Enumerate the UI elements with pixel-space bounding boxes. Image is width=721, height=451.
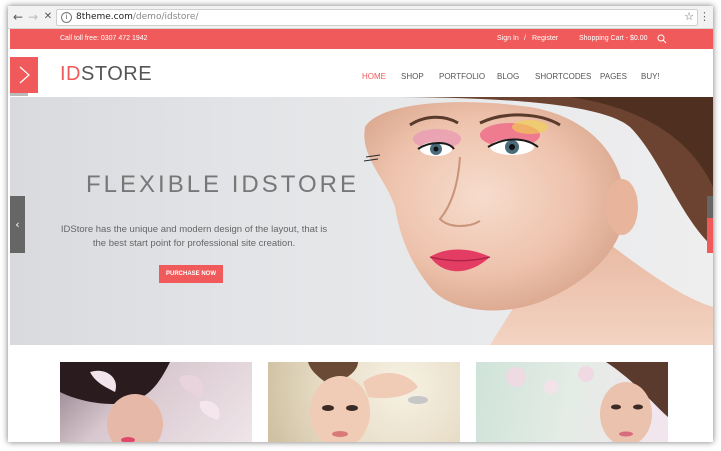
back-icon[interactable]: ← — [11, 10, 25, 24]
stop-icon[interactable]: ✕ — [41, 10, 55, 24]
info-icon[interactable]: i — [61, 12, 72, 23]
hero-description: IDStore has the unique and modern design… — [60, 224, 328, 249]
phone-text: Call toll free: 0307 472 1942 — [60, 35, 148, 42]
slider-prev-button[interactable]: ‹ — [10, 196, 25, 253]
bookmark-star-icon[interactable]: ☆ — [684, 10, 694, 23]
screenshot-frame: ← → ✕ i 8theme.com/demo/idstore/ ☆ ⋮ Cal… — [0, 0, 721, 451]
site-logo[interactable]: IDSTORE — [60, 63, 152, 86]
hero-slider: FLEXIBLE IDSTORE IDStore has the unique … — [10, 97, 713, 345]
forward-icon[interactable]: → — [26, 10, 40, 24]
address-bar[interactable]: i 8theme.com/demo/idstore/ ☆ — [56, 9, 698, 26]
slider-next-button-top — [707, 196, 713, 218]
search-icon[interactable] — [657, 34, 667, 44]
hero-title: FLEXIBLE IDSTORE — [86, 171, 359, 198]
hero-model-image — [363, 97, 713, 345]
nav-item-home[interactable]: HOME — [362, 72, 386, 81]
nav-item-shortcodes[interactable]: SHORTCODES — [535, 72, 591, 81]
thumbnail-3-image — [506, 362, 668, 442]
nav-item-shop[interactable]: SHOP — [401, 72, 424, 81]
url-host: 8theme.com — [76, 12, 133, 22]
thumbnail-2[interactable] — [268, 362, 460, 442]
chevron-left-icon: ‹ — [15, 218, 20, 231]
logo-rest: STORE — [81, 63, 153, 85]
auth-separator: / — [524, 35, 526, 42]
url-path: /demo/idstore/ — [132, 12, 199, 22]
nav-item-blog[interactable]: BLOG — [497, 72, 519, 81]
thumbnail-1-image — [60, 362, 220, 442]
thumbnail-3[interactable] — [476, 362, 668, 442]
site-header: IDSTORE HOME SHOP PORTFOLIO BLOG SHORTCO… — [10, 49, 713, 97]
purchase-now-button[interactable]: PURCHASE NOW — [159, 265, 223, 283]
menu-toggle-button[interactable] — [10, 57, 38, 93]
thumbnail-2-image — [308, 362, 428, 442]
browser-toolbar: ← → ✕ i 8theme.com/demo/idstore/ ☆ ⋮ — [8, 6, 713, 29]
url-text[interactable]: 8theme.com/demo/idstore/ — [76, 12, 199, 22]
register-link[interactable]: Register — [532, 35, 558, 42]
thumbnail-1[interactable] — [60, 362, 252, 442]
chevron-right-icon — [19, 66, 30, 84]
nav-item-portfolio[interactable]: PORTFOLIO — [439, 72, 485, 81]
nav-item-pages[interactable]: PAGES — [600, 72, 627, 81]
sign-in-link[interactable]: Sign In — [497, 35, 519, 42]
logo-accent: ID — [60, 63, 81, 85]
thumbnail-row — [10, 345, 713, 442]
browser-window: ← → ✕ i 8theme.com/demo/idstore/ ☆ ⋮ Cal… — [8, 6, 713, 442]
browser-menu-icon[interactable]: ⋮ — [699, 10, 710, 23]
menu-toggle-shadow — [10, 93, 28, 96]
top-bar: Call toll free: 0307 472 1942 Sign In / … — [10, 29, 713, 49]
nav-item-buy[interactable]: BUY! — [641, 72, 660, 81]
shopping-cart-link[interactable]: Shopping Cart - $0.00 — [579, 35, 648, 42]
